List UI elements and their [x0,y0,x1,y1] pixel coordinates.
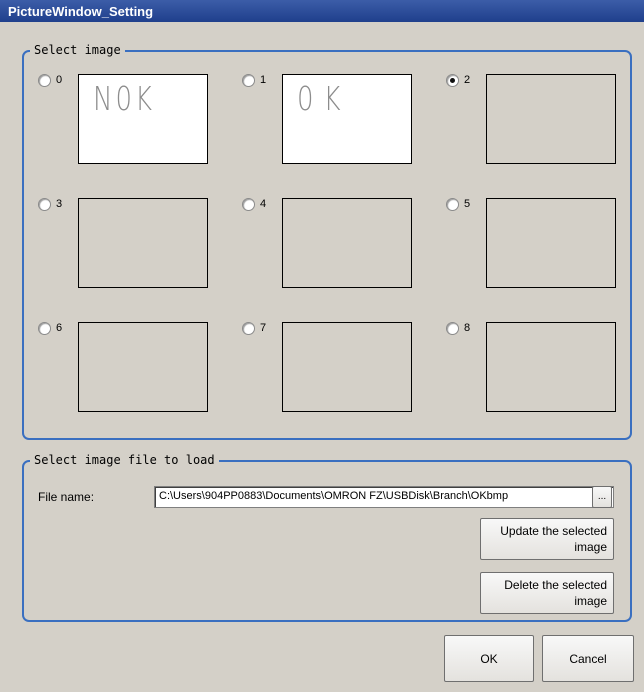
load-image-legend: Select image file to load [30,452,219,468]
update-image-button[interactable]: Update the selected image [480,518,614,560]
ok-button[interactable]: OK [444,635,534,682]
image-slot-label: 3 [56,198,63,210]
load-image-group: Select image file to load File name: C:\… [22,452,632,622]
image-thumbnail[interactable] [282,322,412,412]
image-slot-radio[interactable] [242,74,255,87]
image-slot-label: 4 [260,198,267,210]
image-slot-label: 2 [464,74,471,86]
image-slot-label: 7 [260,322,267,334]
image-slot-radio[interactable] [242,198,255,211]
file-name-label: File name: [38,490,95,504]
image-thumbnail[interactable] [486,322,616,412]
image-thumbnail[interactable] [486,198,616,288]
cancel-button[interactable]: Cancel [542,635,634,682]
window-title: PictureWindow_Setting [8,4,154,19]
image-thumbnail[interactable] [78,198,208,288]
image-slot-label: 8 [464,322,471,334]
image-thumbnail[interactable] [486,74,616,164]
image-slot-radio[interactable] [446,322,459,335]
browse-button[interactable]: ... [592,486,612,508]
image-thumbnail[interactable] [78,322,208,412]
image-thumbnail[interactable] [282,198,412,288]
select-image-group: Select image 0 N0K 1 0K 2 3 4 5 6 7 8 [22,42,632,440]
image-slot-radio[interactable] [38,198,51,211]
image-slot-label: 0 [56,74,63,86]
image-slot-label: 6 [56,322,63,334]
image-thumbnail[interactable]: 0K [282,74,412,164]
image-thumbnail[interactable]: N0K [78,74,208,164]
thumbnail-handwriting: N0K [93,81,156,119]
image-slot-label: 5 [464,198,471,210]
image-slot-radio[interactable] [446,74,459,87]
delete-image-button[interactable]: Delete the selected image [480,572,614,614]
select-image-legend: Select image [30,42,125,58]
image-slot-radio[interactable] [242,322,255,335]
image-slot-label: 1 [260,74,267,86]
image-slot-radio[interactable] [446,198,459,211]
image-slot-radio[interactable] [38,322,51,335]
thumbnail-handwriting: 0K [297,81,351,119]
window-title-bar: PictureWindow_Setting [0,0,644,22]
image-slot-radio[interactable] [38,74,51,87]
file-name-field[interactable]: C:\Users\904PP0883\Documents\OMRON FZ\US… [154,486,614,508]
